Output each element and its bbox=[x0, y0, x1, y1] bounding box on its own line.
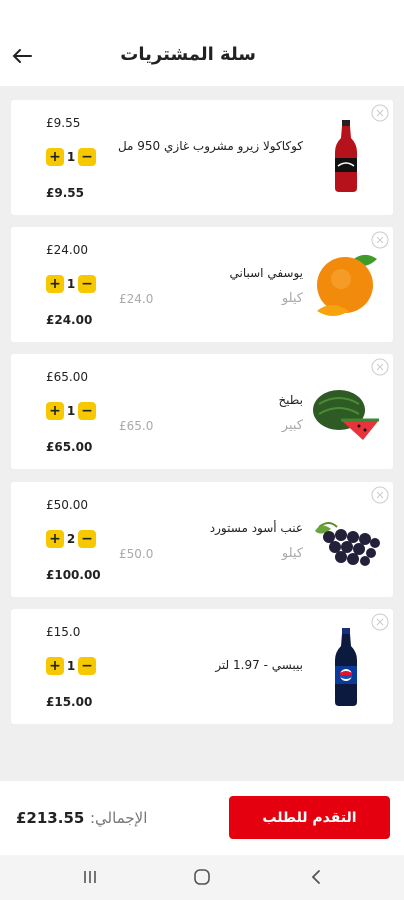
app-header: سلة المشتريات bbox=[0, 0, 404, 86]
unit-price: £50.00 bbox=[46, 498, 88, 512]
product-name: عنب أسود مستورد bbox=[209, 521, 303, 535]
quantity-stepper: + 2 − bbox=[46, 529, 96, 549]
increase-quantity-button[interactable]: + bbox=[46, 148, 64, 166]
quantity-stepper: + 1 − bbox=[46, 401, 96, 421]
increase-quantity-button[interactable]: + bbox=[46, 530, 64, 548]
unit-price: £9.55 bbox=[46, 116, 81, 130]
unit-price: £65.00 bbox=[46, 370, 88, 384]
remove-item-icon[interactable] bbox=[371, 486, 389, 504]
product-image-grapes bbox=[311, 504, 381, 584]
decrease-quantity-button[interactable]: − bbox=[78, 402, 96, 420]
decrease-quantity-button[interactable]: − bbox=[78, 148, 96, 166]
cart-item: بيبسي - 1.97 لتر £15.0 + 1 − £15.00 bbox=[11, 609, 393, 724]
decrease-quantity-button[interactable]: − bbox=[78, 657, 96, 675]
increase-quantity-button[interactable]: + bbox=[46, 657, 64, 675]
recent-apps-icon[interactable] bbox=[80, 867, 100, 887]
product-unit: كبير bbox=[281, 418, 303, 433]
line-total: £100.00 bbox=[46, 568, 101, 582]
product-image-orange bbox=[311, 245, 381, 325]
home-icon[interactable] bbox=[192, 867, 212, 887]
product-name: بيبسي - 1.97 لتر bbox=[215, 658, 303, 672]
line-total: £24.00 bbox=[46, 313, 93, 327]
quantity-stepper: + 1 − bbox=[46, 147, 96, 167]
quantity-value: 2 bbox=[66, 532, 76, 546]
page-title: سلة المشتريات bbox=[120, 44, 256, 65]
line-total: £15.00 bbox=[46, 695, 93, 709]
quantity-value: 1 bbox=[66, 277, 76, 291]
quantity-stepper: + 1 − bbox=[46, 274, 96, 294]
product-unit: كيلو bbox=[281, 291, 303, 306]
product-image-pepsi bbox=[311, 627, 381, 707]
total-label: الإجمالي: bbox=[90, 809, 148, 827]
quantity-value: 1 bbox=[66, 659, 76, 673]
cart-item: يوسفي اسباني كيلو £24.0 £24.00 + 1 − £24… bbox=[11, 227, 393, 342]
grand-total: £213.55 bbox=[16, 809, 85, 827]
cart-footer: التقدم للطلب الإجمالي: £213.55 bbox=[0, 781, 404, 855]
product-unit: كيلو bbox=[281, 546, 303, 561]
list-price: £24.0 bbox=[119, 292, 154, 306]
increase-quantity-button[interactable]: + bbox=[46, 275, 64, 293]
cart-item: بطيخ كبير £65.0 £65.00 + 1 − £65.00 bbox=[11, 354, 393, 469]
line-total: £9.55 bbox=[46, 186, 84, 200]
decrease-quantity-button[interactable]: − bbox=[78, 530, 96, 548]
system-nav-bar bbox=[0, 855, 404, 900]
product-image-watermelon bbox=[311, 372, 381, 452]
product-name: بطيخ bbox=[278, 393, 303, 407]
arrow-left-icon[interactable] bbox=[10, 44, 34, 68]
list-price: £50.0 bbox=[119, 547, 154, 561]
list-price: £65.0 bbox=[119, 419, 154, 433]
checkout-button[interactable]: التقدم للطلب bbox=[229, 796, 390, 839]
product-name: يوسفي اسباني bbox=[229, 266, 304, 280]
unit-price: £24.00 bbox=[46, 243, 88, 257]
product-name: كوكاكولا زيرو مشروب غازي 950 مل bbox=[117, 139, 303, 153]
quantity-value: 1 bbox=[66, 150, 76, 164]
unit-price: £15.0 bbox=[46, 625, 81, 639]
line-total: £65.00 bbox=[46, 440, 93, 454]
quantity-value: 1 bbox=[66, 404, 76, 418]
quantity-stepper: + 1 − bbox=[46, 656, 96, 676]
cart-item: عنب أسود مستورد كيلو £50.0 £50.00 + 2 − … bbox=[11, 482, 393, 597]
cart-item: كوكاكولا زيرو مشروب غازي 950 مل £9.55 + … bbox=[11, 100, 393, 215]
decrease-quantity-button[interactable]: − bbox=[78, 275, 96, 293]
back-nav-icon[interactable] bbox=[306, 867, 326, 887]
product-image-coke bbox=[311, 116, 381, 196]
increase-quantity-button[interactable]: + bbox=[46, 402, 64, 420]
